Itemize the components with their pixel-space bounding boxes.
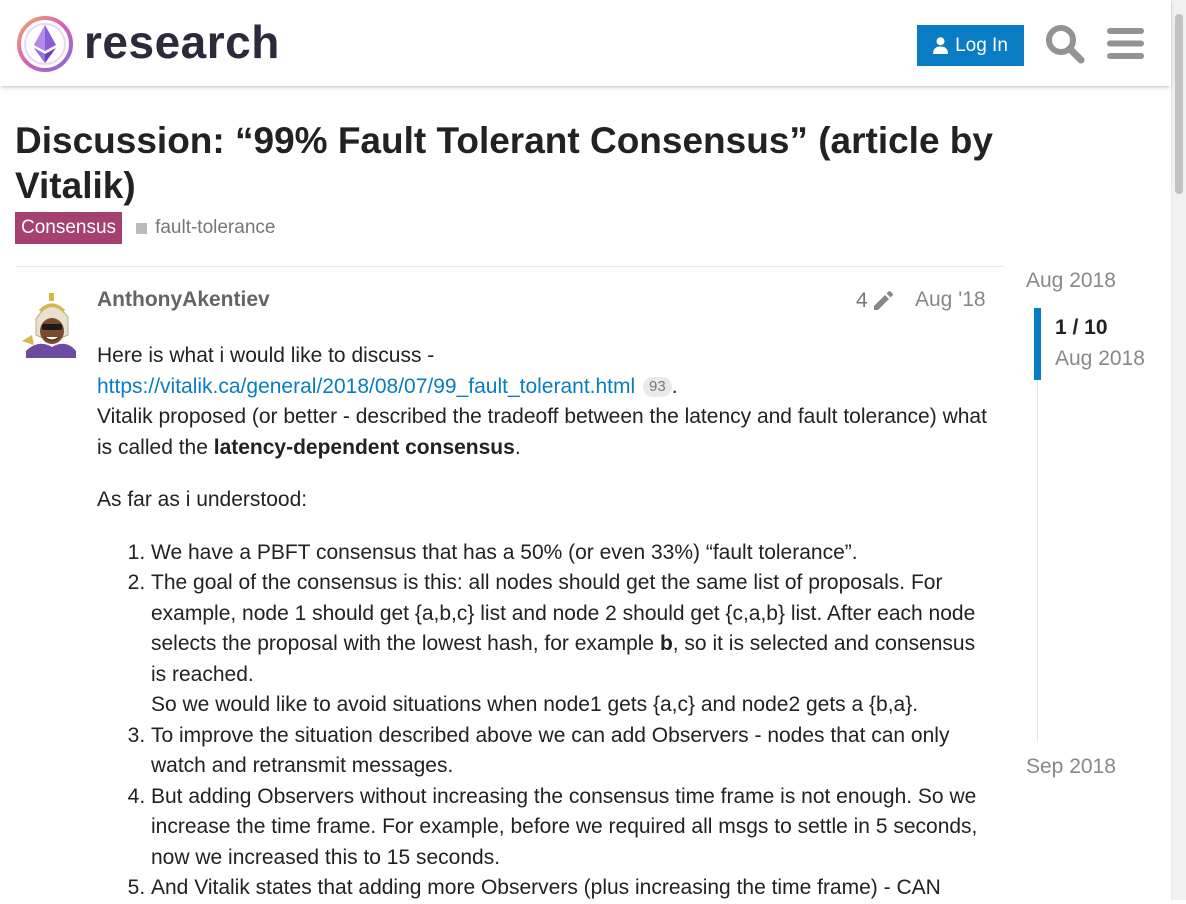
list-item: And Vitalik states that adding more Obse… (151, 873, 992, 904)
post-date[interactable]: Aug '18 (915, 286, 986, 314)
post-ordered-list: We have a PBFT consensus that has a 50% … (97, 538, 992, 904)
article-link[interactable]: https://vitalik.ca/general/2018/08/07/99… (97, 375, 635, 398)
post-edit-history[interactable]: 4 (856, 287, 894, 315)
search-icon[interactable] (1045, 24, 1085, 64)
link-suffix: . (671, 374, 678, 398)
timeline-end-date[interactable]: Sep 2018 (1026, 754, 1116, 780)
paragraph2-suffix: . (514, 435, 521, 459)
site-header: research Log In (0, 0, 1171, 86)
paragraph2-bold: latency-dependent consensus (213, 435, 515, 459)
list-item-2-bold: b (659, 632, 673, 655)
list-item: To improve the situation described above… (151, 721, 992, 782)
tag-label: fault-tolerance (155, 217, 276, 238)
intro-text: Here is what i would like to discuss - (97, 344, 435, 367)
user-avatar[interactable] (18, 291, 85, 358)
tag-fault-tolerance[interactable]: fault-tolerance (136, 217, 275, 239)
list-item: We have a PBFT consensus that has a 50% … (151, 538, 992, 569)
timeline-start-date[interactable]: Aug 2018 (1026, 268, 1116, 294)
scrollbar-thumb[interactable] (1175, 14, 1183, 194)
user-icon (933, 37, 949, 54)
ethereum-research-logo-icon[interactable] (16, 15, 74, 73)
site-logo-text[interactable]: research (84, 14, 280, 70)
post-paragraph-3: As far as i understood: (97, 488, 308, 511)
title-divider (15, 266, 1004, 267)
timeline-current-date: Aug 2018 (1055, 347, 1145, 370)
login-button[interactable]: Log In (917, 25, 1024, 66)
topic-title[interactable]: Discussion: “99% Fault Tolerant Consensu… (15, 118, 1055, 208)
list-item-2-line2: So we would like to avoid situations whe… (151, 693, 919, 716)
tag-square-icon (136, 222, 148, 234)
post-author-username[interactable]: AnthonyAkentiev (97, 286, 270, 314)
page-scrollbar[interactable] (1171, 0, 1186, 900)
list-item: The goal of the consensus is this: all n… (151, 568, 992, 721)
timeline-scroll-handle[interactable] (1034, 308, 1041, 380)
category-badge-consensus[interactable]: Consensus (15, 212, 123, 244)
pencil-icon (873, 291, 893, 310)
list-item: But adding Observers without increasing … (151, 782, 992, 874)
edit-count-value: 4 (856, 289, 868, 312)
post-paragraph-1: Here is what i would like to discuss - h… (97, 341, 992, 463)
link-click-count-badge: 93 (643, 376, 672, 397)
timeline-post-counter: 1 / 10 (1055, 316, 1108, 339)
login-button-label: Log In (955, 34, 1008, 56)
topic-tags: Consensus fault-tolerance (15, 212, 275, 244)
post-body: Here is what i would like to discuss - h… (97, 341, 992, 904)
hamburger-menu-icon[interactable] (1107, 27, 1144, 60)
